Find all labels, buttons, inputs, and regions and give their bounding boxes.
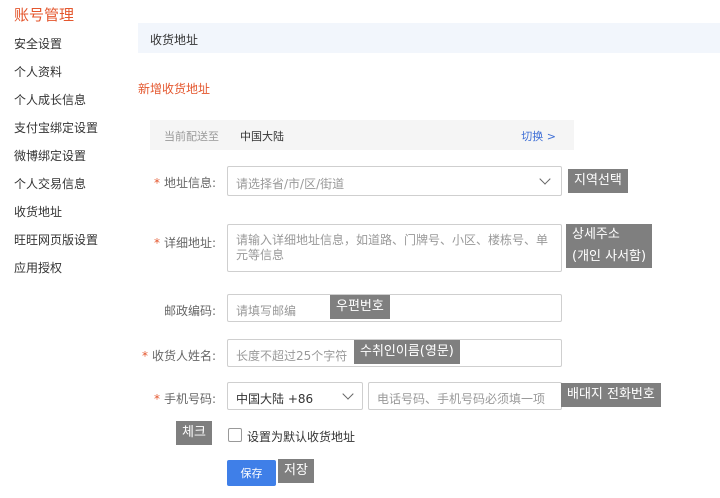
sidebar-item-address[interactable]: 收货地址 [14,203,62,220]
postal-annotation: 우편번호 [330,295,390,319]
detail-placeholder: 请输入详细地址信息，如道路、门牌号、小区、楼栋号、单元等信息 [236,233,549,262]
sidebar-title: 账号管理 [14,6,75,24]
sidebar-item-profile[interactable]: 个人资料 [14,63,62,80]
required-mark: * [153,176,160,190]
region-annotation: 지역선택 [568,169,628,193]
required-mark: * [153,392,160,406]
detail-annotation: 상세주소 (개인 사서함) [566,224,653,268]
default-address-checkbox[interactable] [228,428,242,442]
required-mark: * [153,236,160,250]
sidebar-item-growth[interactable]: 个人成长信息 [14,91,86,108]
country-code-value: 中国大陆 +86 [236,392,314,406]
postal-placeholder: 请填写邮编 [236,304,297,318]
region-placeholder: 请选择省/市/区/街道 [236,177,345,191]
detail-label: * 详细地址: [153,236,216,250]
sidebar-item-wangwang[interactable]: 旺旺网页版设置 [14,231,98,248]
detail-address-textarea[interactable]: 请输入详细地址信息，如道路、门牌号、小区、楼栋号、单元等信息 [227,224,562,272]
required-mark: * [141,349,148,363]
checkbox-annotation: 체크 [176,421,212,445]
page-title: 收货地址 [150,33,199,47]
sidebar-item-trade-info[interactable]: 个人交易信息 [14,175,86,192]
name-annotation: 수취인이름(영문) [354,340,460,364]
save-button[interactable]: 保存 [227,460,276,486]
phone-label: * 手机号码: [153,392,216,406]
save-annotation: 저장 [278,459,314,483]
new-address-link[interactable]: 新增收货地址 [138,80,210,97]
chevron-down-icon [342,388,354,400]
sidebar-item-app-auth[interactable]: 应用授权 [14,259,62,276]
phone-annotation: 배대지 전화번호 [561,383,661,407]
delivery-switch-link[interactable]: 切换 > [521,128,556,144]
phone-input[interactable]: 电话号码、手机号码必须填一项 [368,382,562,410]
name-label: * 收货人姓名: [141,349,216,363]
default-address-label[interactable]: 设置为默认收货地址 [247,428,355,445]
sidebar-item-alipay[interactable]: 支付宝绑定设置 [14,119,98,136]
delivery-value: 中国大陆 [240,130,284,143]
postal-input[interactable]: 请填写邮编 [227,294,562,322]
country-code-select[interactable]: 中国大陆 +86 [227,382,363,410]
sidebar-item-security[interactable]: 安全设置 [14,35,62,52]
delivery-label: 当前配送至 [164,130,219,143]
page-header: 收货地址 [138,23,720,53]
name-placeholder: 长度不超过25个字符 [236,349,348,363]
chevron-down-icon [539,173,551,185]
region-select[interactable]: 请选择省/市/区/街道 [227,166,562,196]
postal-label: 邮政编码: [163,304,216,318]
phone-placeholder: 电话号码、手机号码必须填一项 [377,392,546,406]
sidebar-item-weibo[interactable]: 微博绑定设置 [14,147,86,164]
delivery-bar: 当前配送至 中国大陆 切换 > [150,120,574,150]
region-label: * 地址信息: [153,176,216,190]
